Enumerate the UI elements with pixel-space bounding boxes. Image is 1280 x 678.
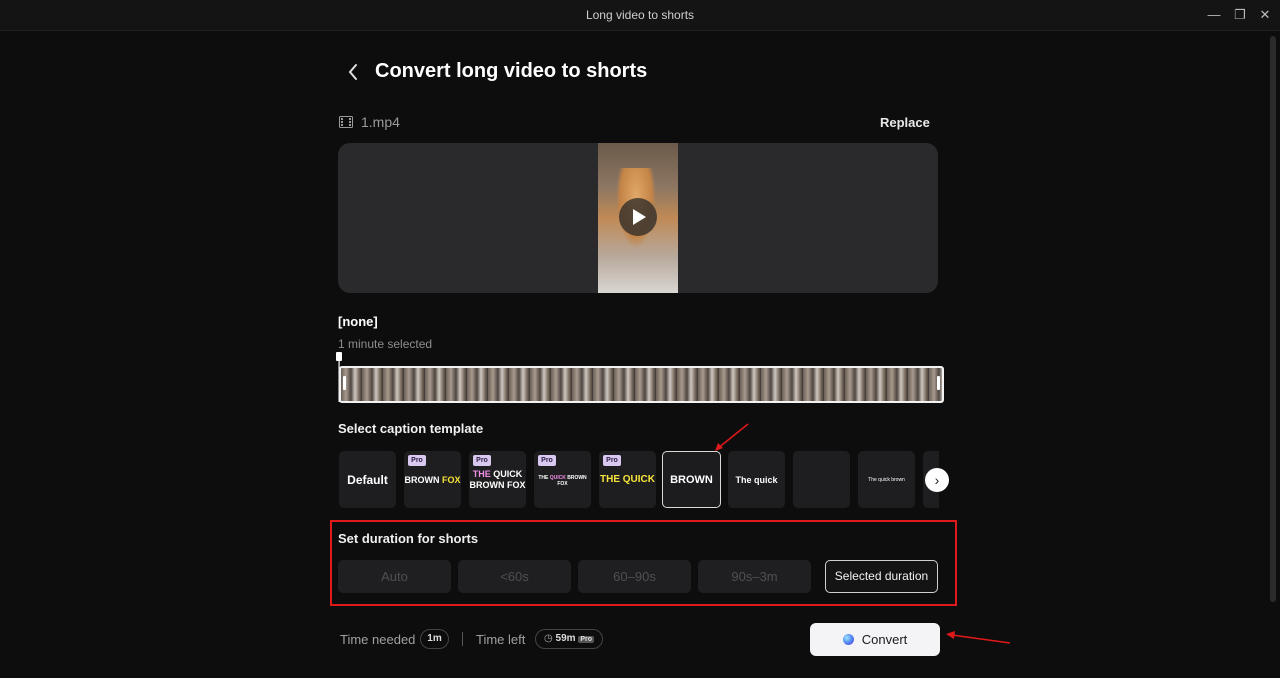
page-title: Convert long video to shorts [375, 60, 647, 83]
template-label: THE QUICKBROWN FOX [469, 469, 526, 491]
template-the-quick-brown-fox[interactable]: Pro THE QUICKBROWN FOX [469, 451, 526, 508]
minimize-icon[interactable]: — [1206, 7, 1222, 23]
close-icon[interactable]: ✕ [1257, 7, 1273, 23]
film-icon [339, 116, 353, 128]
time-needed-label: Time needed [340, 632, 415, 647]
ai-orb-icon [843, 634, 854, 645]
replace-button[interactable]: Replace [880, 115, 930, 130]
duration-auto-button[interactable]: Auto [338, 560, 451, 593]
time-left-label: Time left [476, 632, 525, 647]
annotation-arrow-icon [713, 422, 751, 452]
template-default[interactable]: Default [339, 451, 396, 508]
annotation-arrow-icon [944, 630, 1012, 646]
selection-duration: 1 minute selected [338, 337, 432, 351]
video-thumbnail [598, 143, 678, 293]
convert-button[interactable]: Convert [810, 623, 940, 656]
template-label: BROWN FOX [404, 475, 461, 485]
duration-60-90s-button[interactable]: 60–90s [578, 560, 691, 593]
templates-next-button[interactable]: › [925, 468, 949, 492]
pro-badge: Pro [473, 455, 491, 466]
caption-templates: Default Pro BROWN FOX Pro THE QUICKBROWN… [339, 451, 939, 508]
template-label: BROWN [663, 452, 720, 507]
duration-section-label: Set duration for shorts [338, 531, 478, 546]
window-title: Long video to shorts [0, 8, 1280, 22]
pro-badge: Pro [578, 636, 594, 643]
template-label: The quick brown [858, 451, 915, 508]
template-label: The quick [728, 451, 785, 508]
caption-section-label: Select caption template [338, 421, 483, 436]
title-bar: Long video to shorts — ❐ ✕ [0, 0, 1280, 31]
template-label: Default [339, 451, 396, 508]
template-blank[interactable] [793, 451, 850, 508]
time-needed-value: 1m [420, 629, 449, 649]
video-preview [338, 143, 938, 293]
footer-divider [462, 632, 463, 646]
template-small-brown-fox[interactable]: Pro THE QUICK BROWN FOX [534, 451, 591, 508]
duration-selected-button[interactable]: Selected duration [825, 560, 938, 593]
chevron-right-icon: › [935, 472, 940, 488]
back-button[interactable] [344, 61, 364, 83]
pro-badge: Pro [538, 455, 556, 466]
template-brown-fox[interactable]: Pro BROWN FOX [404, 451, 461, 508]
template-brown[interactable]: BROWN [662, 451, 721, 508]
chevron-left-icon [344, 61, 364, 83]
pro-badge: Pro [408, 455, 426, 466]
restore-icon[interactable]: ❐ [1232, 7, 1248, 23]
scrollbar[interactable] [1270, 36, 1276, 602]
selection-name: [none] [338, 314, 378, 329]
template-label: THE QUICK [599, 474, 656, 485]
play-button[interactable] [619, 198, 657, 236]
play-icon [631, 208, 647, 226]
duration-under-60s-button[interactable]: <60s [458, 560, 571, 593]
file-name: 1.mp4 [361, 114, 400, 130]
duration-90s-3m-button[interactable]: 90s–3m [698, 560, 811, 593]
time-left-chip: ◷ 59m Pro [535, 629, 603, 649]
timeline-strip[interactable] [339, 366, 944, 403]
timeline-end-handle[interactable] [937, 376, 940, 390]
template-the-quick-brown[interactable]: The quick brown [858, 451, 915, 508]
time-left-value: 59m [556, 633, 576, 644]
clock-icon: ◷ [544, 633, 553, 644]
convert-label: Convert [862, 632, 908, 647]
timeline-start-handle[interactable] [343, 376, 346, 390]
template-the-quick-yellow[interactable]: Pro THE QUICK [599, 451, 656, 508]
template-label: THE QUICK BROWN FOX [534, 475, 591, 487]
pro-badge: Pro [603, 455, 621, 466]
template-the-quick[interactable]: The quick [728, 451, 785, 508]
